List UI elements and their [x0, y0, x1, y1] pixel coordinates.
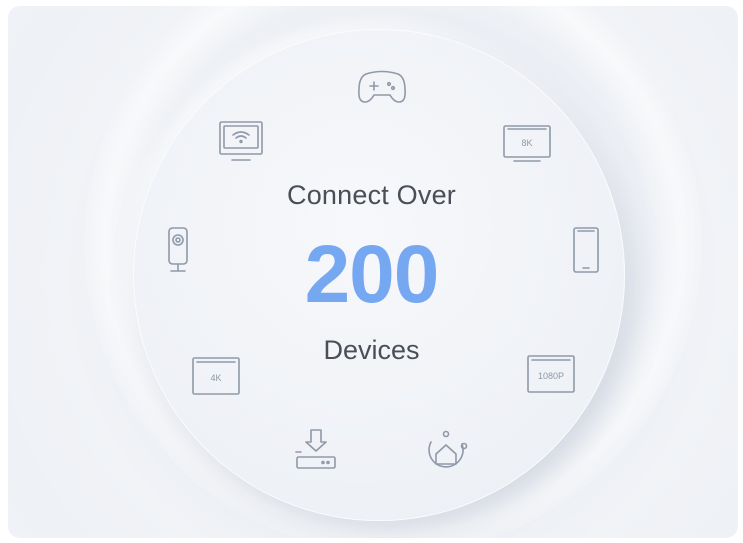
security-camera-icon [165, 226, 191, 274]
headline-line1: Connect Over [287, 180, 456, 210]
8k-label: 8K [521, 138, 532, 148]
1080p-label: 1080P [538, 371, 564, 381]
4k-tv-icon: 4K [191, 356, 243, 398]
wifi-monitor-icon [218, 120, 266, 164]
8k-tv-icon: 8K [502, 124, 552, 164]
device-count: 200 [304, 229, 440, 320]
headline-line2: Devices [323, 335, 420, 365]
4k-label: 4K [210, 373, 221, 383]
smart-home-icon [422, 428, 470, 476]
1080p-tv-icon: 1080P [526, 354, 576, 396]
gamepad-icon [356, 68, 408, 106]
download-device-icon [294, 428, 338, 472]
smartphone-icon [572, 226, 600, 274]
